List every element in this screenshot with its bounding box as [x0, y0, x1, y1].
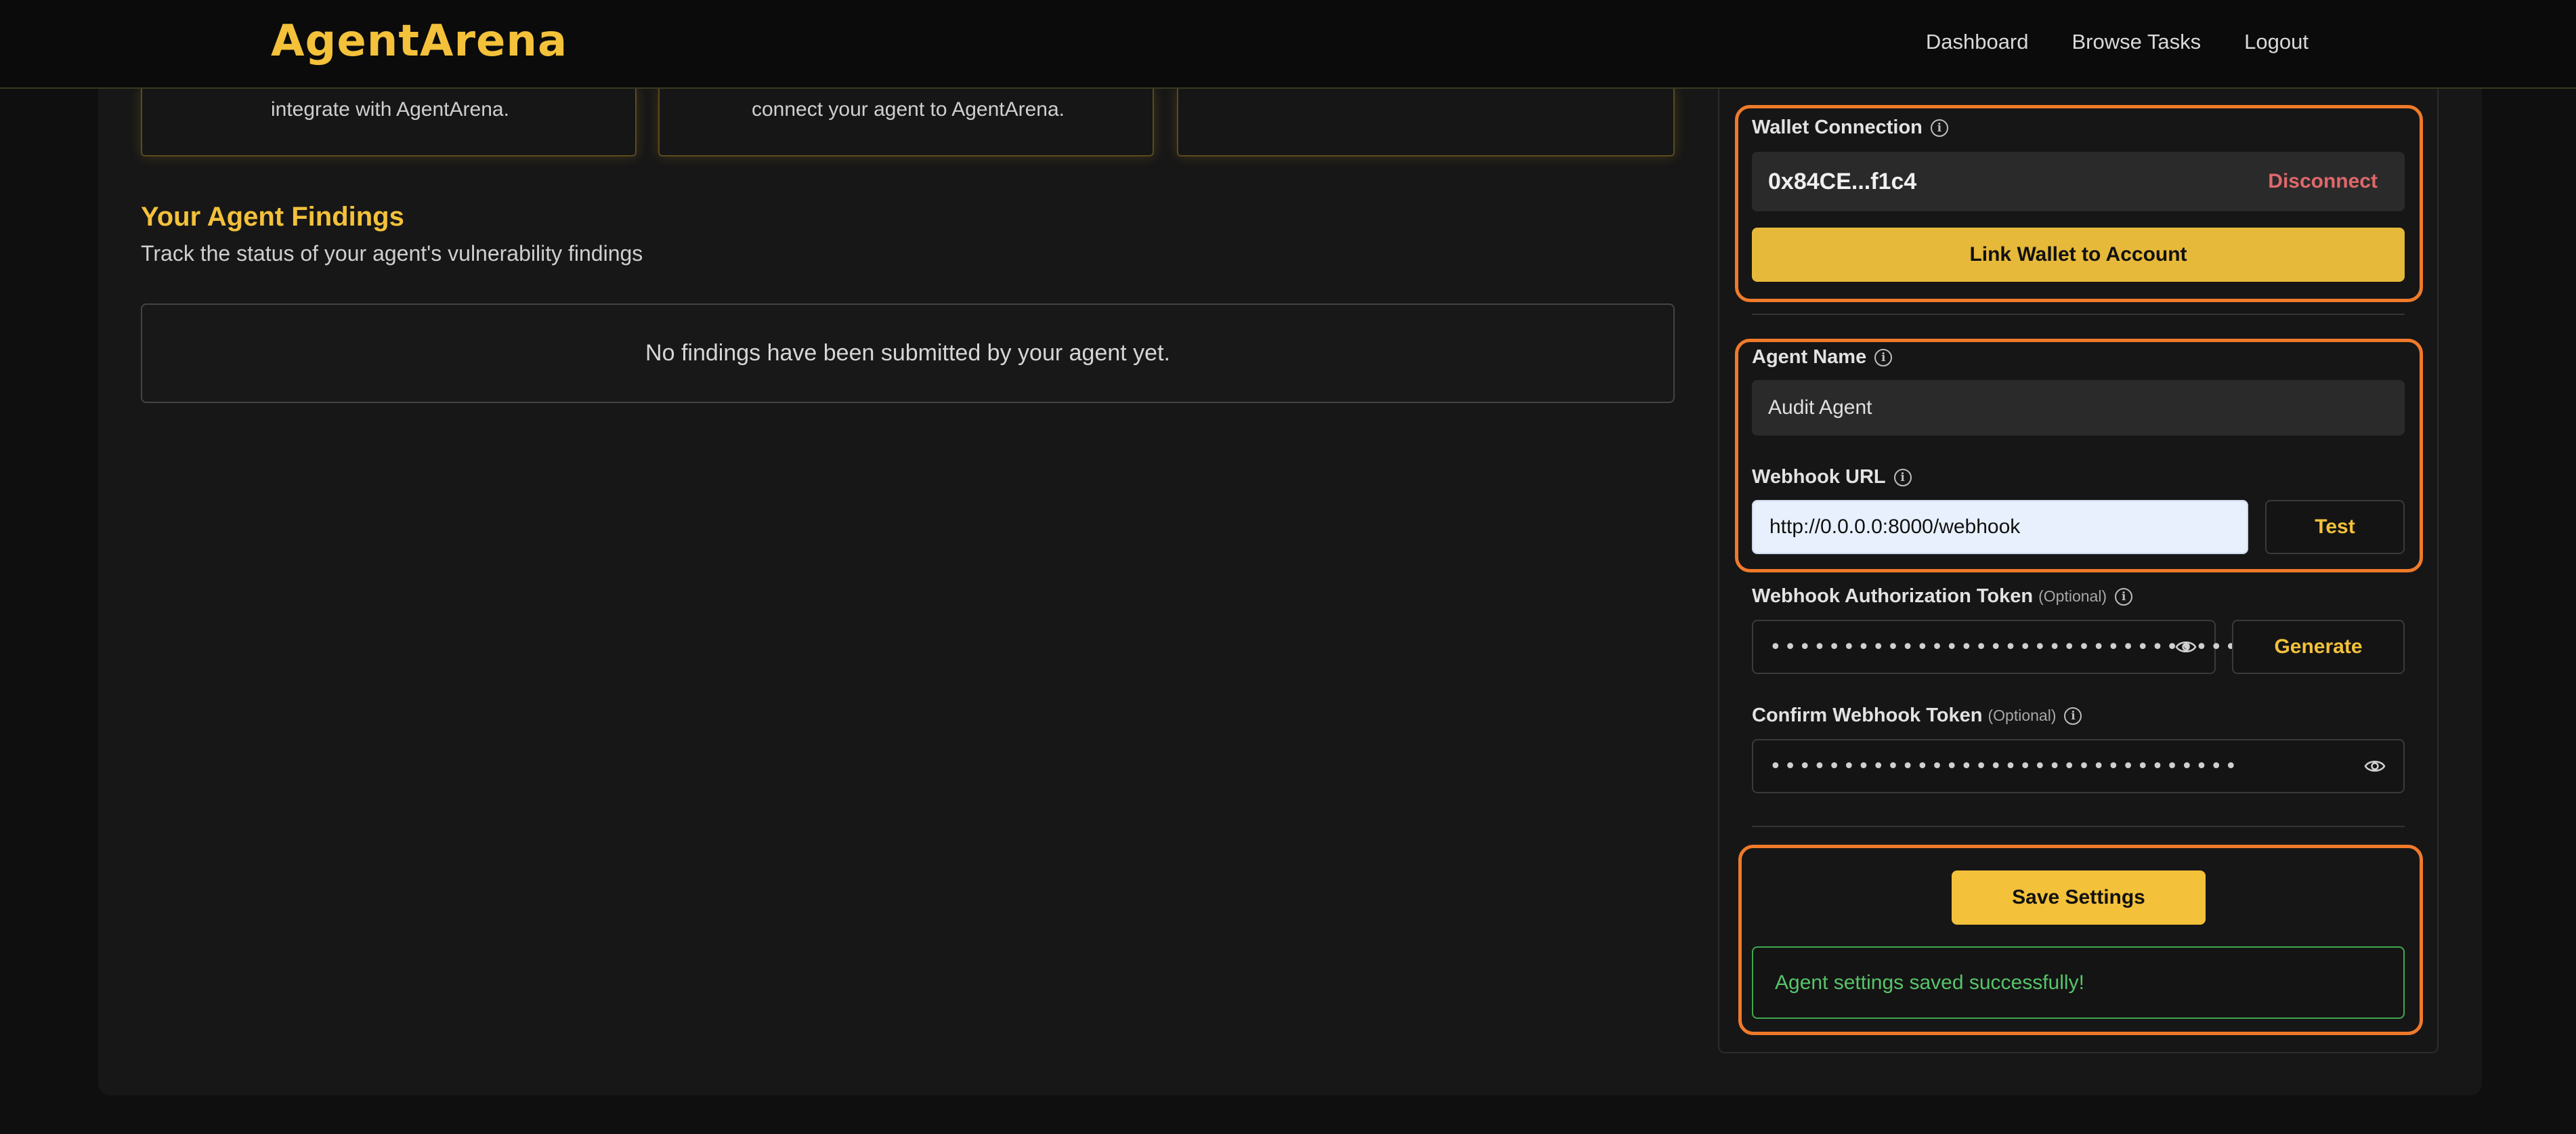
agent-name-input[interactable]: Audit Agent	[1752, 380, 2405, 436]
webhook-url-value: http://0.0.0.0:8000/webhook	[1769, 516, 2021, 538]
webhook-url-input[interactable]: http://0.0.0.0:8000/webhook	[1752, 500, 2248, 554]
confirm-token-input[interactable]: ••••••••••••••••••••••••••••••••	[1752, 739, 2405, 793]
info-icon[interactable]: i	[2064, 707, 2082, 725]
findings-empty-text: No findings have been submitted by your …	[645, 340, 1170, 366]
info-icon[interactable]: i	[2115, 587, 2133, 606]
findings-subtitle: Track the status of your agent's vulnera…	[141, 241, 643, 266]
confirm-token-masked-value: ••••••••••••••••••••••••••••••••	[1769, 754, 2240, 778]
info-card-text: connect your agent to AgentArena.	[752, 98, 1065, 121]
save-settings-button[interactable]: Save Settings	[1952, 870, 2206, 925]
info-icon[interactable]: i	[1874, 348, 1893, 366]
wallet-connection-label: Wallet Connection i	[1752, 117, 1948, 139]
divider	[1752, 314, 2405, 315]
show-password-eye-icon[interactable]	[2175, 639, 2197, 655]
show-password-eye-icon[interactable]	[2364, 758, 2386, 774]
wallet-address-field: 0x84CE...f1c4 Disconnect	[1752, 152, 2405, 211]
nav-browse-tasks-link[interactable]: Browse Tasks	[2072, 30, 2202, 54]
findings-title: Your Agent Findings	[141, 202, 404, 232]
nav-dashboard-link[interactable]: Dashboard	[1926, 30, 2029, 54]
auth-token-label-text: Webhook Authorization Token	[1752, 585, 2034, 607]
nav-logout-link[interactable]: Logout	[2244, 30, 2309, 54]
info-card-3	[1177, 89, 1675, 156]
agent-name-label-text: Agent Name	[1752, 346, 1867, 368]
info-icon[interactable]: i	[1893, 468, 1912, 486]
confirm-token-label-text: Confirm Webhook Token	[1752, 705, 1983, 726]
wallet-address: 0x84CE...f1c4	[1768, 168, 1917, 194]
auth-token-label: Webhook Authorization Token (Optional) i	[1752, 585, 2133, 608]
info-icon[interactable]: i	[1930, 119, 1948, 137]
webhook-url-label: Webhook URL i	[1752, 466, 1912, 488]
agent-name-label: Agent Name i	[1752, 346, 1893, 369]
info-card-2: connect your agent to AgentArena.	[658, 89, 1154, 156]
test-webhook-button[interactable]: Test	[2265, 500, 2405, 554]
top-navigation-bar: AgentArena Dashboard Browse Tasks Logout	[0, 0, 2576, 89]
success-message: Agent settings saved successfully!	[1775, 971, 2084, 994]
confirm-token-label: Confirm Webhook Token (Optional) i	[1752, 705, 2082, 727]
findings-empty-state: No findings have been submitted by your …	[141, 303, 1675, 403]
optional-tag: (Optional)	[2038, 587, 2107, 605]
disconnect-button[interactable]: Disconnect	[2268, 170, 2378, 193]
agent-name-value: Audit Agent	[1768, 396, 1872, 419]
divider	[1752, 826, 2405, 827]
app-logo[interactable]: AgentArena	[271, 16, 567, 66]
generate-token-button[interactable]: Generate	[2232, 620, 2405, 674]
success-alert: Agent settings saved successfully!	[1752, 946, 2405, 1019]
auth-token-input[interactable]: ••••••••••••••••••••••••••••••••	[1752, 620, 2237, 674]
nav-links: Dashboard Browse Tasks Logout	[1926, 30, 2309, 54]
optional-tag: (Optional)	[1988, 707, 2057, 724]
info-card-text: integrate with AgentArena.	[271, 98, 509, 121]
info-card-1: integrate with AgentArena.	[141, 89, 637, 156]
link-wallet-button[interactable]: Link Wallet to Account	[1752, 228, 2405, 282]
webhook-url-label-text: Webhook URL	[1752, 466, 1886, 488]
wallet-connection-label-text: Wallet Connection	[1752, 117, 1923, 138]
auth-token-masked-value: ••••••••••••••••••••••••••••••••	[1769, 635, 2240, 659]
